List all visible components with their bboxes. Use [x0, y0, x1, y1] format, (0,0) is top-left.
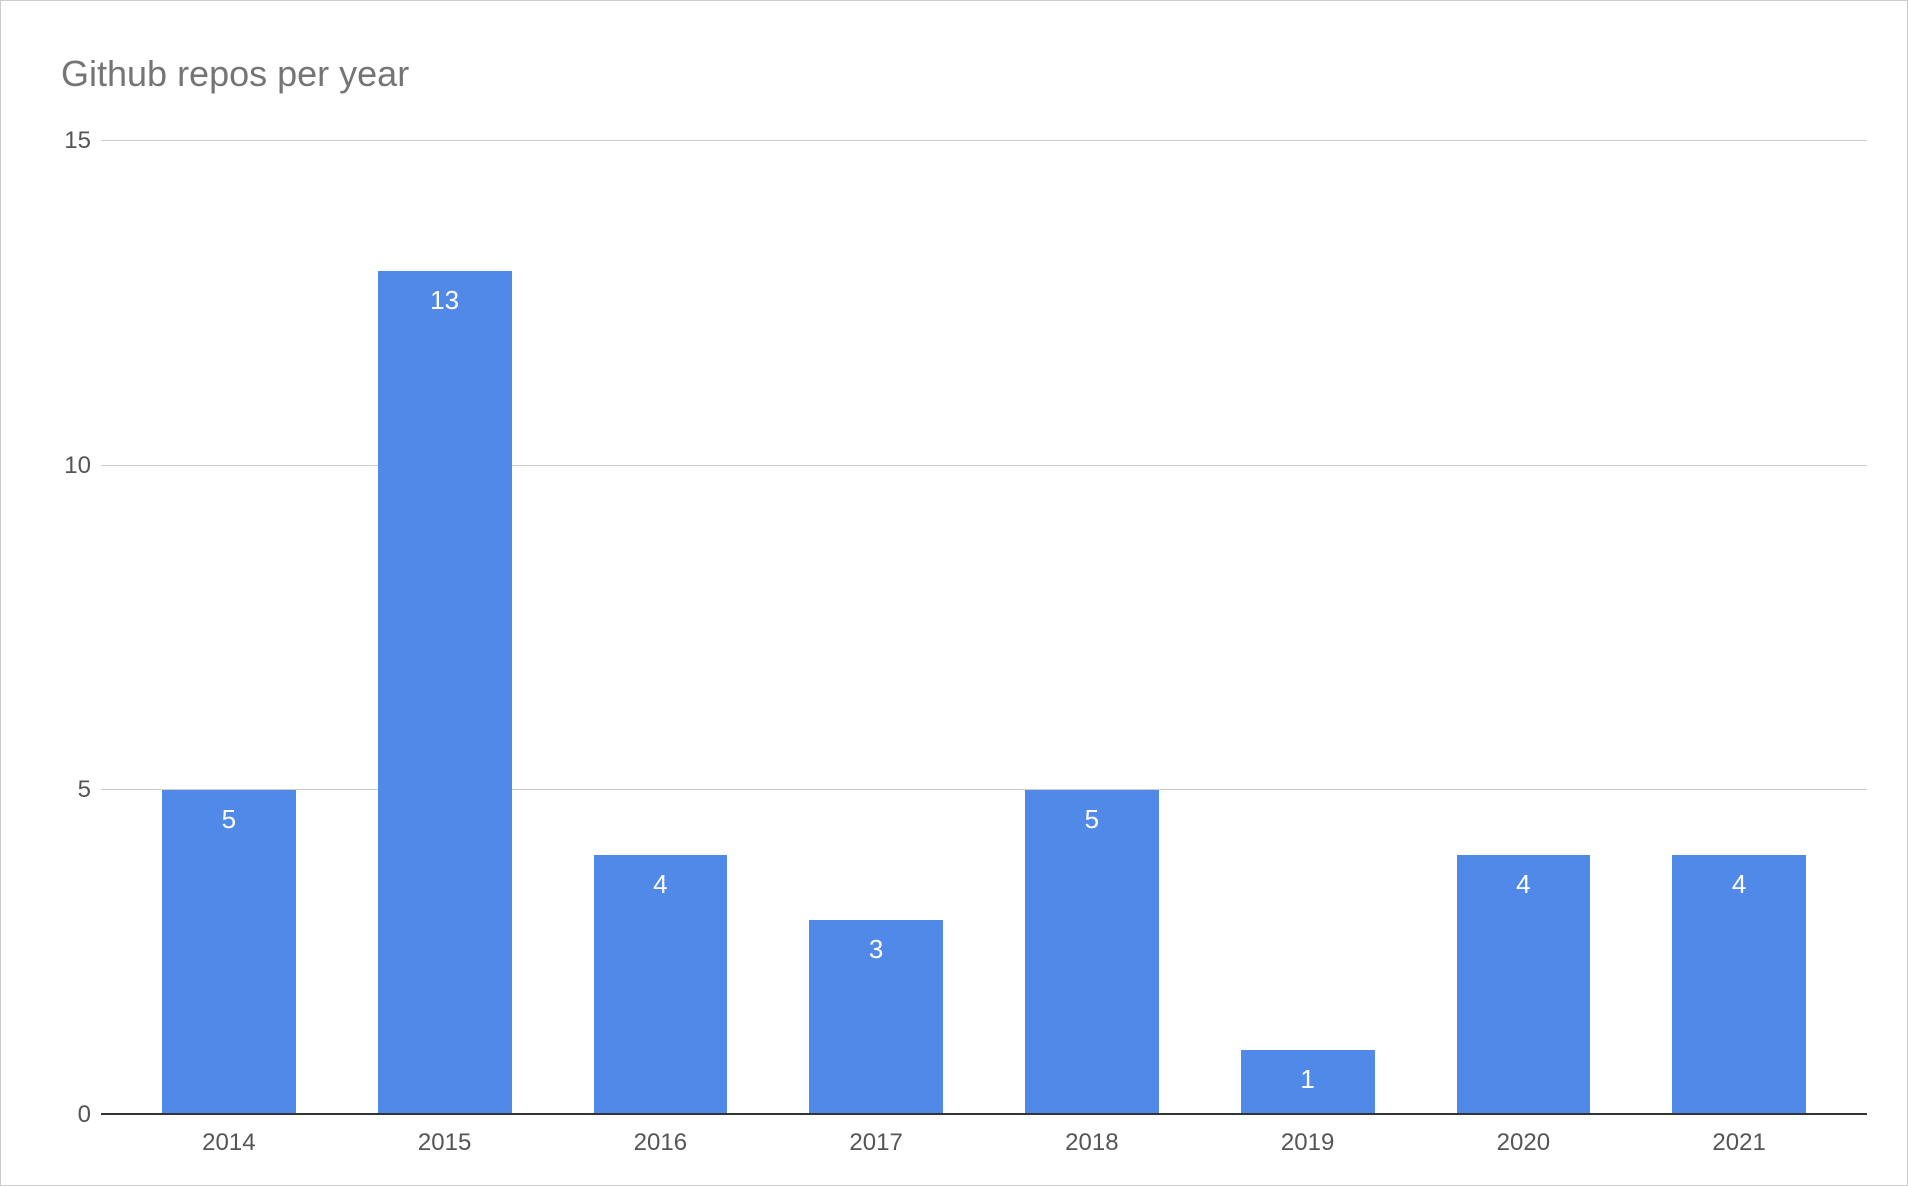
- bar-2015: 13: [378, 271, 512, 1115]
- bars-group: 5 2014 13 2015 4 2016 3 2017: [101, 141, 1867, 1115]
- bar-slot: 3 2017: [768, 141, 984, 1115]
- bar-value-label: 13: [430, 285, 459, 316]
- bar-2016: 4: [594, 855, 728, 1115]
- bar-value-label: 5: [1085, 804, 1099, 835]
- y-tick-label: 10: [64, 452, 91, 480]
- x-tick-label: 2021: [1712, 1129, 1765, 1157]
- bar-2019: 1: [1241, 1050, 1375, 1115]
- bar-value-label: 4: [653, 869, 667, 900]
- x-tick-label: 2014: [202, 1129, 255, 1157]
- y-axis: 0 5 10 15: [51, 141, 101, 1115]
- bar-slot: 5 2014: [121, 141, 337, 1115]
- bar-slot: 4 2020: [1416, 141, 1632, 1115]
- bar-slot: 13 2015: [337, 141, 553, 1115]
- bar-2014: 5: [162, 790, 296, 1115]
- chart-container: Github repos per year 0 5 10 15 5 2014 1…: [0, 0, 1908, 1186]
- bar-2018: 5: [1025, 790, 1159, 1115]
- bar-value-label: 5: [222, 804, 236, 835]
- x-tick-label: 2020: [1497, 1129, 1550, 1157]
- bar-value-label: 4: [1516, 869, 1530, 900]
- y-tick-label: 5: [78, 776, 91, 804]
- x-axis-line: [101, 1113, 1867, 1115]
- bar-slot: 1 2019: [1200, 141, 1416, 1115]
- y-tick-label: 15: [64, 127, 91, 155]
- bar-slot: 5 2018: [984, 141, 1200, 1115]
- x-tick-label: 2015: [418, 1129, 471, 1157]
- x-tick-label: 2017: [849, 1129, 902, 1157]
- y-tick-label: 0: [78, 1101, 91, 1129]
- x-tick-label: 2018: [1065, 1129, 1118, 1157]
- x-tick-label: 2016: [634, 1129, 687, 1157]
- bar-value-label: 3: [869, 934, 883, 965]
- bar-slot: 4 2021: [1631, 141, 1847, 1115]
- bar-value-label: 4: [1732, 869, 1746, 900]
- x-tick-label: 2019: [1281, 1129, 1334, 1157]
- chart-title: Github repos per year: [61, 53, 409, 95]
- bar-2020: 4: [1457, 855, 1591, 1115]
- bar-slot: 4 2016: [553, 141, 769, 1115]
- bar-2021: 4: [1672, 855, 1806, 1115]
- bar-2017: 3: [809, 920, 943, 1115]
- bar-value-label: 1: [1300, 1064, 1314, 1095]
- plot-area: 0 5 10 15 5 2014 13 2015 4: [101, 141, 1867, 1115]
